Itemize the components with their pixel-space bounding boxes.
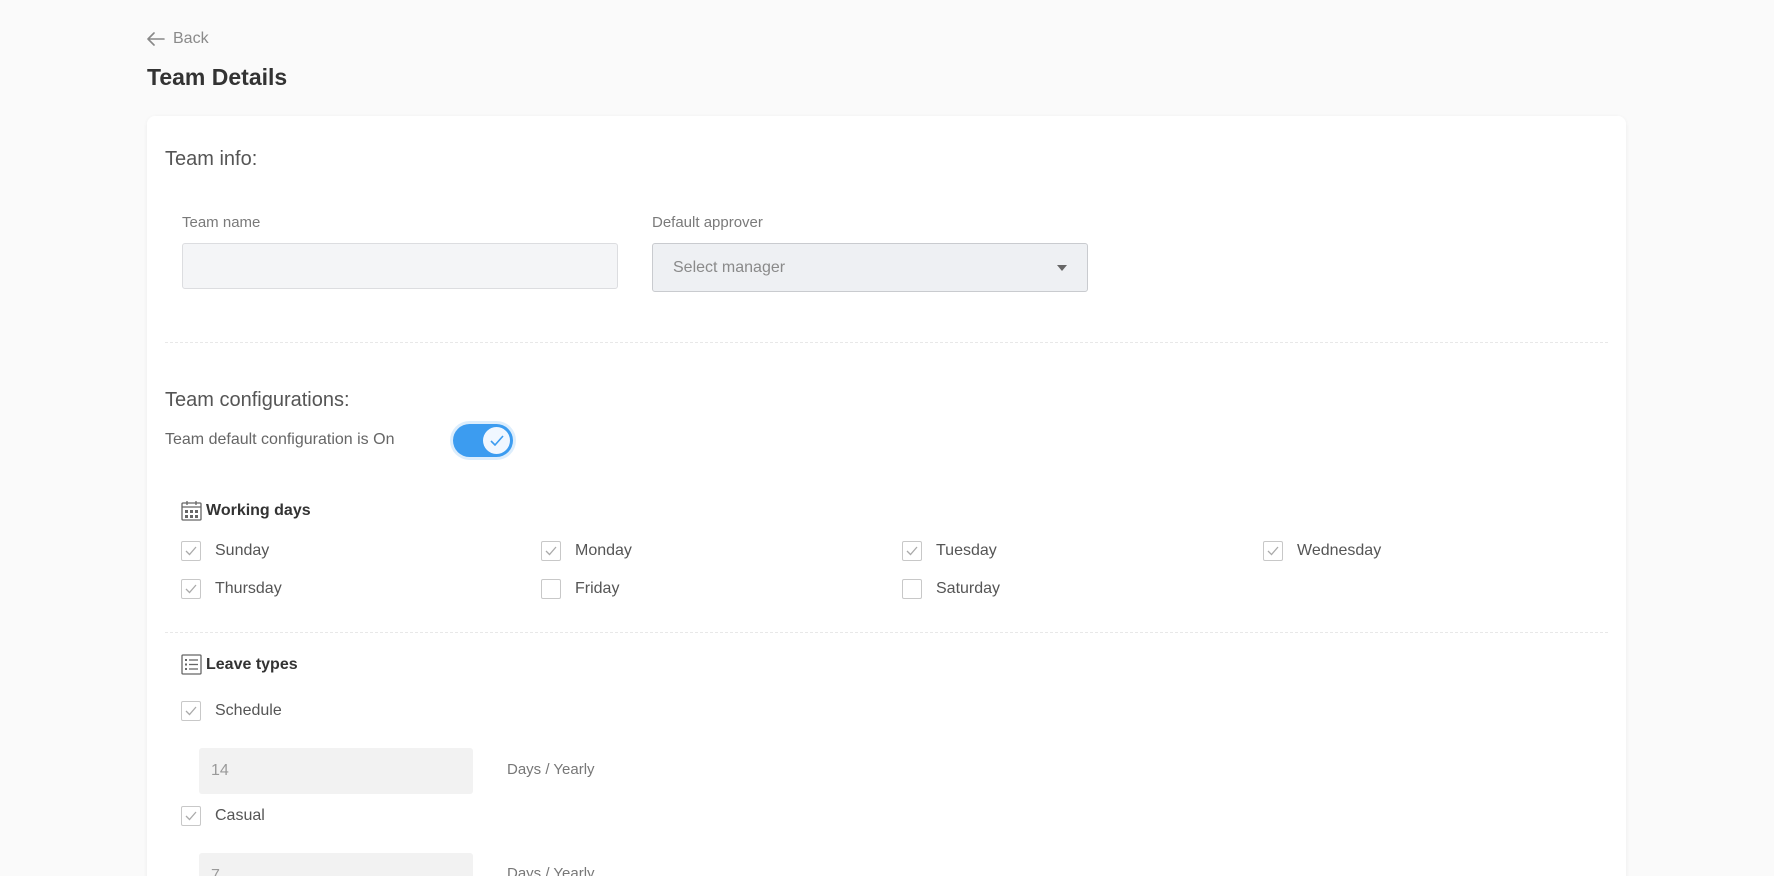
- working-days-title: Working days: [206, 501, 311, 519]
- day-label: Monday: [575, 542, 632, 559]
- checkbox[interactable]: [181, 579, 201, 599]
- casual-days-unit: Days / Yearly: [507, 865, 595, 876]
- checkbox[interactable]: [181, 806, 201, 826]
- leave-types-title: Leave types: [206, 655, 298, 673]
- checkbox[interactable]: [902, 541, 922, 561]
- check-icon: [185, 811, 197, 821]
- casual-days-input[interactable]: 7: [199, 853, 473, 876]
- schedule-days-input[interactable]: 14: [199, 748, 473, 794]
- check-icon: [1267, 546, 1279, 556]
- checkbox[interactable]: [541, 541, 561, 561]
- check-icon: [185, 584, 197, 594]
- day-label: Saturday: [936, 580, 1001, 597]
- list-icon: [181, 654, 202, 675]
- day-label: Friday: [575, 580, 620, 597]
- leave-label: Casual: [215, 807, 265, 824]
- check-icon: [545, 546, 557, 556]
- schedule-days-unit: Days / Yearly: [507, 761, 595, 778]
- check-icon: [185, 706, 197, 716]
- checkbox[interactable]: [181, 541, 201, 561]
- working-days-heading: Working days: [181, 500, 311, 521]
- toggle-knob: [483, 427, 510, 454]
- default-approver-label: Default approver: [652, 214, 763, 231]
- check-icon: [185, 546, 197, 556]
- back-label: Back: [173, 30, 209, 47]
- default-approver-select[interactable]: Select manager: [652, 243, 1088, 292]
- day-label: Thursday: [215, 580, 282, 597]
- day-label: Tuesday: [936, 542, 997, 559]
- checkbox[interactable]: [1263, 541, 1283, 561]
- team-config-title: Team configurations:: [165, 389, 350, 411]
- leave-checkbox-schedule[interactable]: Schedule: [181, 701, 282, 721]
- day-checkbox-friday[interactable]: Friday: [541, 579, 619, 599]
- day-checkbox-wednesday[interactable]: Wednesday: [1263, 541, 1381, 561]
- team-name-label: Team name: [182, 214, 261, 231]
- day-checkbox-tuesday[interactable]: Tuesday: [902, 541, 997, 561]
- day-label: Sunday: [215, 542, 270, 559]
- default-config-toggle[interactable]: [453, 424, 513, 457]
- approver-placeholder: Select manager: [673, 258, 786, 276]
- checkbox[interactable]: [181, 701, 201, 721]
- page: Back Team Details Team info: Team name D…: [0, 0, 1774, 876]
- checkbox[interactable]: [541, 579, 561, 599]
- section-divider: [165, 632, 1608, 633]
- day-checkbox-sunday[interactable]: Sunday: [181, 541, 269, 561]
- leave-checkbox-casual[interactable]: Casual: [181, 806, 265, 826]
- page-title: Team Details: [147, 64, 288, 90]
- team-details-card: Team info: Team name Default approver Se…: [147, 116, 1626, 876]
- arrow-left-icon: [147, 32, 165, 46]
- day-checkbox-thursday[interactable]: Thursday: [181, 579, 282, 599]
- day-checkbox-saturday[interactable]: Saturday: [902, 579, 1000, 599]
- team-name-input[interactable]: [182, 243, 618, 289]
- config-toggle-label: Team default configuration is On: [165, 431, 395, 448]
- day-label: Wednesday: [1297, 542, 1382, 559]
- team-info-title: Team info:: [165, 148, 258, 170]
- day-checkbox-monday[interactable]: Monday: [541, 541, 632, 561]
- calendar-icon: [181, 501, 202, 521]
- checkbox[interactable]: [902, 579, 922, 599]
- caret-down-icon: [1057, 265, 1067, 271]
- section-divider: [165, 342, 1608, 343]
- check-icon: [906, 546, 918, 556]
- leave-label: Schedule: [215, 702, 282, 719]
- back-link[interactable]: Back: [147, 30, 209, 48]
- check-icon: [489, 435, 504, 446]
- leave-types-heading: Leave types: [181, 654, 298, 675]
